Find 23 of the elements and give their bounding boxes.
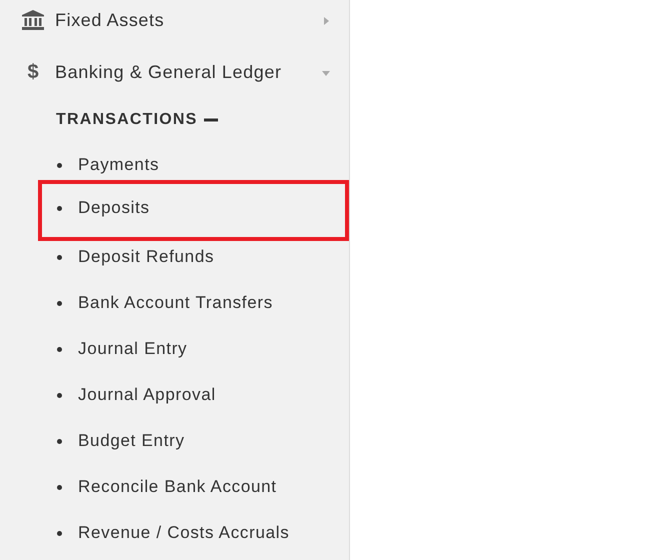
bank-icon (22, 10, 44, 30)
dollar-icon: $ (22, 60, 44, 84)
bullet-icon (57, 484, 62, 490)
menu-item[interactable]: $ Banking & General Ledger (0, 46, 349, 98)
menu-link[interactable]: Revenue / Costs Accruals (78, 523, 290, 543)
menu-link[interactable]: Payments (78, 155, 160, 175)
menu-link[interactable]: Budget Entry (78, 431, 185, 451)
menu-link[interactable]: Deposits (78, 198, 150, 218)
menu-item[interactable]: Fixed Assets (0, 0, 349, 46)
bullet-icon (57, 530, 62, 536)
menu-link[interactable]: Deposit Refunds (78, 247, 214, 267)
menu-link[interactable]: Bank Account Transfers (78, 293, 273, 313)
menu-link[interactable]: Journal Entry (78, 339, 188, 359)
bullet-icon (57, 300, 62, 306)
bullet-icon (57, 438, 62, 444)
bullet-icon (57, 254, 62, 260)
bullet-icon (57, 162, 62, 168)
bullet-icon (57, 346, 62, 352)
section-heading: TRANSACTIONS (56, 111, 198, 129)
bullet-icon (57, 392, 62, 398)
menu-link[interactable]: Reconcile Bank Account (78, 477, 277, 497)
bullet-icon (57, 206, 62, 210)
menu-link[interactable]: Journal Approval (78, 385, 216, 405)
